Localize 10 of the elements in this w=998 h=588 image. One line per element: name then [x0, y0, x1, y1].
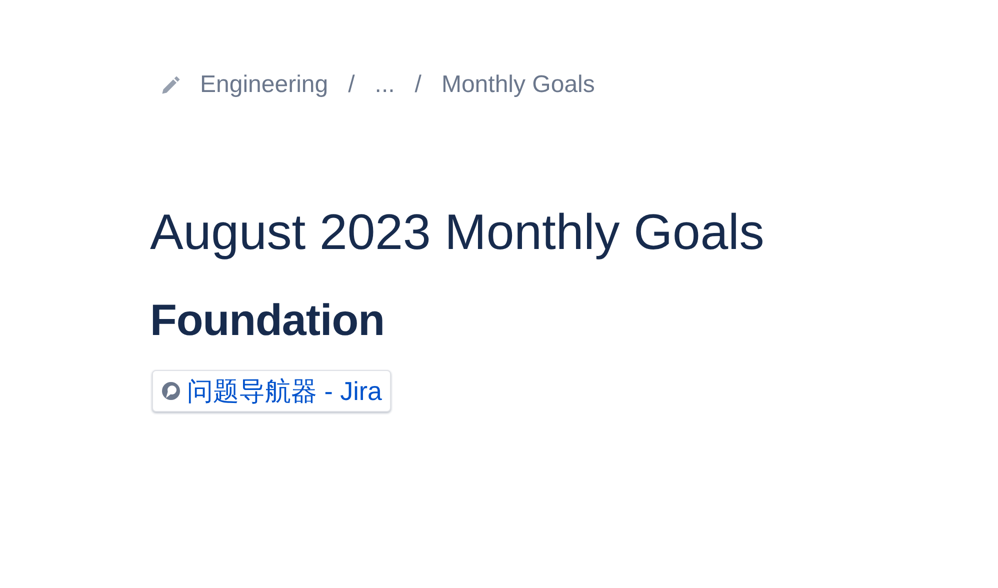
breadcrumb-link[interactable]: Engineering	[200, 67, 328, 103]
breadcrumb-link[interactable]: Monthly Goals	[441, 67, 595, 103]
smart-link[interactable]: 问题导航器 - Jira	[152, 370, 391, 412]
breadcrumb-separator: /	[348, 70, 355, 100]
app-logo-icon	[161, 381, 181, 401]
section-heading: Foundation	[150, 295, 384, 347]
pencil-icon	[160, 74, 182, 96]
breadcrumb-link[interactable]: ...	[374, 67, 395, 103]
breadcrumb-separator: /	[414, 70, 422, 100]
page-title: August 2023 Monthly Goals	[150, 204, 764, 260]
